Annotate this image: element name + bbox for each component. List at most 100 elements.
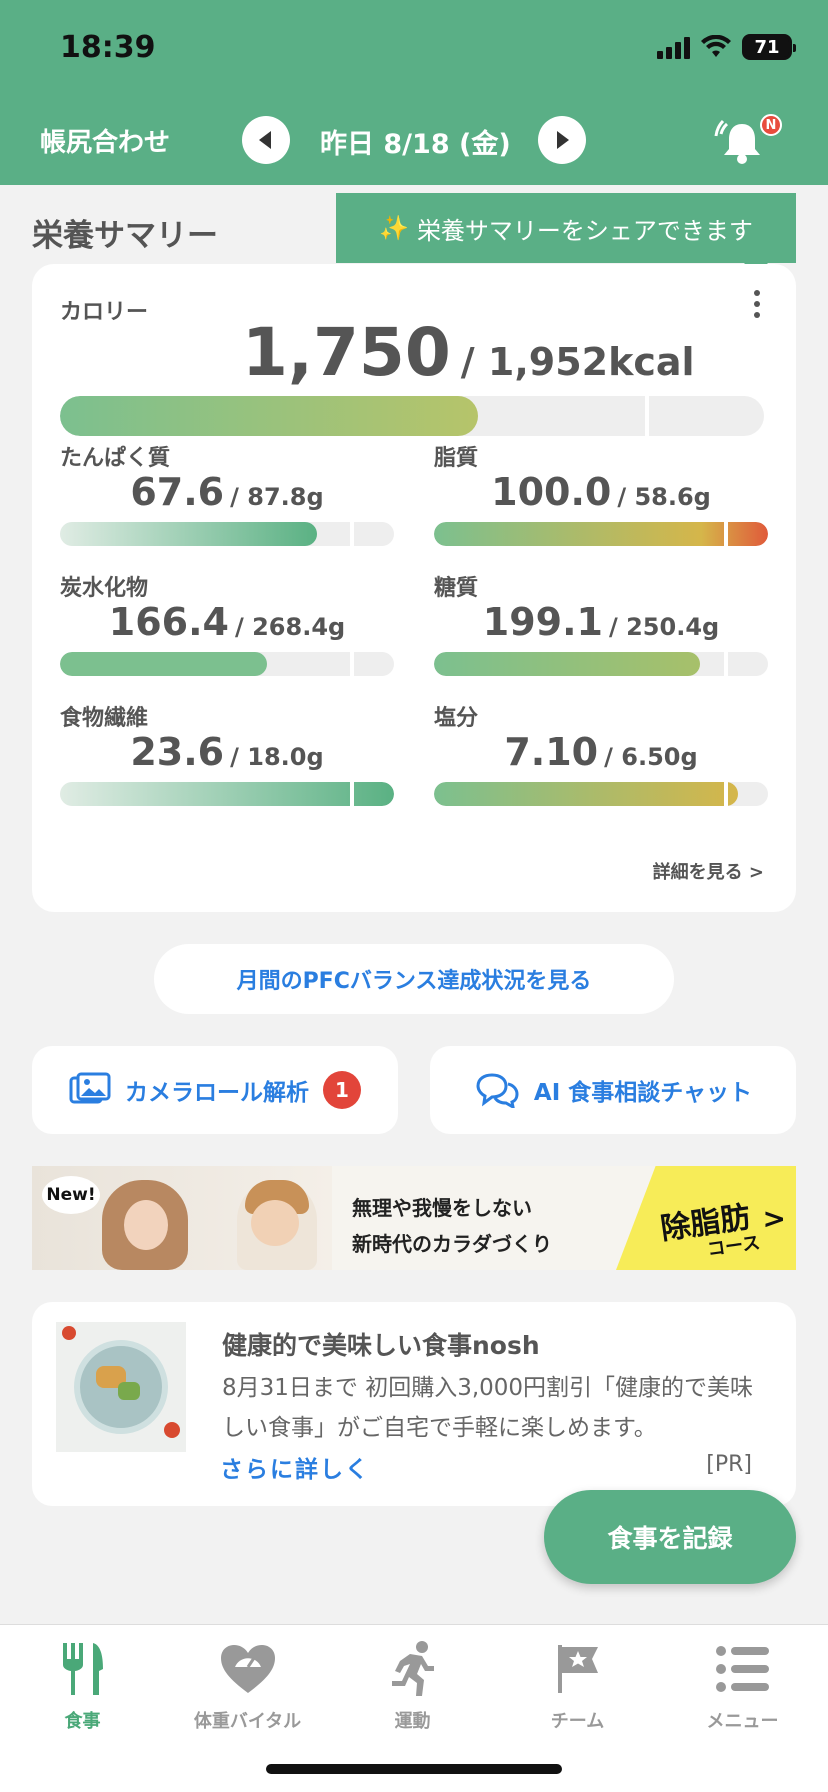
tab-weight-vital-label: 体重バイタル (193, 1711, 302, 1732)
details-link[interactable]: 詳細を見る > (653, 858, 764, 884)
nutrient-amount: 100.0 (491, 470, 612, 514)
ad-title: 健康的で美味しい食事nosh (222, 1331, 540, 1360)
calorie-progress-fill (60, 396, 479, 436)
calorie-value: 1,750 / 1,952kcal (242, 314, 695, 391)
camera-roll-label: カメラロール解析 (125, 1080, 309, 1106)
calorie-progress-bar (60, 396, 764, 436)
camera-roll-badge: 1 (323, 1071, 361, 1109)
nutrient-target: / 6.50g (604, 743, 698, 771)
nutrient-progress-bar (434, 652, 768, 676)
ai-chat-button[interactable]: AI 食事相談チャット (430, 1046, 796, 1134)
ad-food-image (56, 1322, 186, 1452)
summary-title: 栄養サマリー (32, 218, 218, 254)
calorie-consumed: 1,750 (242, 314, 451, 391)
next-day-button[interactable] (538, 116, 586, 164)
nutrition-summary-card: カロリー 1,750 / 1,952kcal たんぱく質 67.6/ 87.8g 脂… (32, 264, 796, 912)
nutrient-progress-fill (60, 522, 318, 546)
ad-pr-label: [PR] (706, 1452, 752, 1477)
signal-icon (657, 35, 690, 59)
ad-card[interactable]: 健康的で美味しい食事nosh 8月31日まで 初回購入3,000円割引「健康的で… (32, 1302, 796, 1506)
promo-banner[interactable]: New! 無理や我慢をしない 新時代のカラダづくり 除脂肪 コース > (32, 1166, 796, 1270)
prev-day-button[interactable] (242, 116, 290, 164)
nutrient-progress-bar (60, 652, 394, 676)
nutrient-value: 166.4/ 268.4g (60, 600, 394, 644)
pfc-balance-button[interactable]: 月間のPFCバランス達成状況を見る (154, 944, 674, 1014)
camera-roll-button[interactable]: カメラロール解析 1 (32, 1046, 398, 1134)
heart-scale-icon (220, 1645, 275, 1693)
nutrient-value: 7.10/ 6.50g (434, 730, 768, 774)
nutrient-value: 100.0/ 58.6g (434, 470, 768, 514)
banner-line1: 無理や我慢をしない (352, 1196, 532, 1220)
nutrient-target: / 58.6g (617, 483, 711, 511)
chat-bubbles-icon (476, 1073, 519, 1108)
banner-chevron-icon: > (762, 1202, 786, 1235)
nutrient-progress-bar (434, 522, 768, 546)
notification-badge: N (760, 114, 782, 136)
nutrient-amount: 166.4 (108, 600, 229, 644)
nutrient-amount: 23.6 (130, 730, 225, 774)
tab-meal[interactable]: 食事 (0, 1637, 165, 1747)
tab-meal-label: 食事 (64, 1711, 101, 1732)
nutrient-name: 炭水化物 (60, 576, 149, 601)
calorie-target: / 1,952kcal (460, 340, 695, 384)
share-tooltip[interactable]: ✨ 栄養サマリーをシェアできます (336, 193, 796, 275)
nutrient-progress-bar (60, 782, 394, 806)
nutrient-item: 糖質 199.1/ 250.4g (434, 570, 768, 700)
tab-team-label: チーム (550, 1711, 605, 1732)
tab-team[interactable]: チーム (495, 1637, 660, 1747)
battery-icon: 71 (742, 34, 796, 60)
nutrient-item: 塩分 7.10/ 6.50g (434, 700, 768, 830)
new-badge: New! (42, 1176, 100, 1214)
flag-star-icon (557, 1645, 598, 1693)
nutrient-item: たんぱく質 67.6/ 87.8g (60, 440, 394, 570)
tab-exercise[interactable]: 運動 (330, 1637, 495, 1747)
nutrient-item: 食物繊維 23.6/ 18.0g (60, 700, 394, 830)
tab-menu[interactable]: メニュー (660, 1637, 825, 1747)
nutrient-name: 糖質 (434, 576, 479, 601)
nutrient-target: / 250.4g (608, 613, 720, 641)
nutrient-amount: 199.1 (482, 600, 603, 644)
status-icons: 71 (657, 34, 796, 60)
ai-chat-label: AI 食事相談チャット (533, 1080, 753, 1106)
nutrient-amount: 67.6 (130, 470, 225, 514)
adjust-button[interactable]: 帳尻合わせ (40, 122, 170, 159)
nutrient-name: 脂質 (434, 446, 479, 471)
battery-level: 71 (754, 36, 780, 58)
nutrient-progress-fill (434, 782, 738, 806)
menu-list-icon (715, 1646, 769, 1692)
nutrient-progress-fill (60, 652, 268, 676)
nutrient-amount: 7.10 (504, 730, 599, 774)
nutrient-progress-fill (60, 782, 394, 806)
status-time: 18:39 (60, 30, 156, 65)
share-tooltip-text: 栄養サマリーをシェアできます (416, 216, 753, 245)
nutrient-value: 67.6/ 87.8g (60, 470, 394, 514)
sparkles-icon: ✨ (379, 214, 409, 242)
ad-description: 8月31日まで 初回購入3,000円割引「健康的で美味しい食事」がご自宅で手軽に… (222, 1375, 754, 1441)
chevron-right-icon (557, 131, 569, 149)
home-indicator[interactable] (266, 1764, 562, 1774)
nutrient-name: たんぱく質 (60, 446, 171, 471)
record-meal-button[interactable]: 食事を記録 (544, 1490, 796, 1584)
nutrient-progress-fill (434, 522, 768, 546)
app-header: 18:39 71 帳尻合わせ 昨日 8/18 (金) N (0, 0, 828, 185)
ad-more-link[interactable]: さらに詳しく (220, 1450, 370, 1484)
nutrient-name: 食物繊維 (60, 706, 149, 731)
nutrient-item: 炭水化物 166.4/ 268.4g (60, 570, 394, 700)
chevron-left-icon (259, 131, 271, 149)
nutrient-target: / 87.8g (230, 483, 324, 511)
runner-icon (391, 1641, 434, 1696)
tab-exercise-label: 運動 (394, 1711, 431, 1732)
nutrient-target: / 18.0g (230, 743, 324, 771)
nutrient-progress-bar (434, 782, 768, 806)
nutrient-name: 塩分 (434, 706, 479, 731)
more-options-icon[interactable] (754, 290, 760, 318)
tab-weight-vital[interactable]: 体重バイタル (165, 1637, 330, 1747)
tab-menu-label: メニュー (706, 1711, 779, 1732)
wifi-icon (701, 35, 731, 57)
nutrient-progress-fill (434, 652, 700, 676)
current-date: 昨日 8/18 (金) (320, 129, 511, 160)
nutrient-progress-bar (60, 522, 394, 546)
nutrient-value: 23.6/ 18.0g (60, 730, 394, 774)
nutrient-value: 199.1/ 250.4g (434, 600, 768, 644)
fork-knife-icon (62, 1643, 103, 1695)
